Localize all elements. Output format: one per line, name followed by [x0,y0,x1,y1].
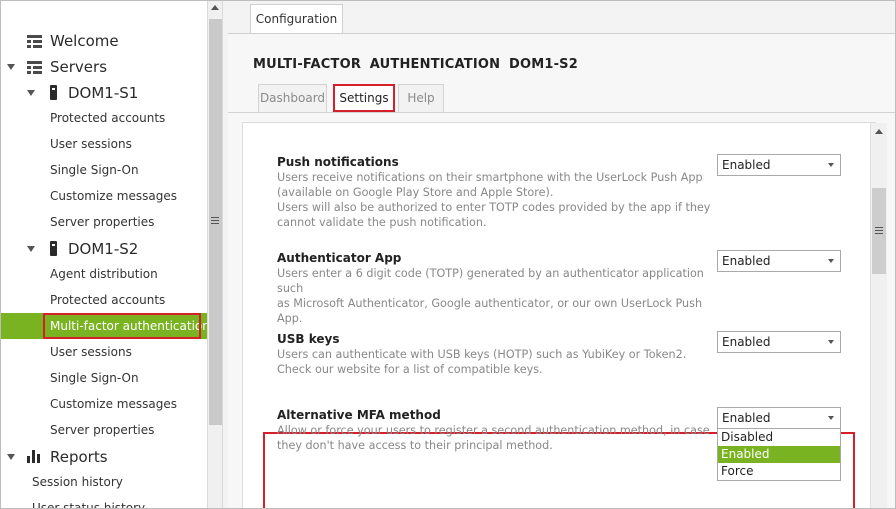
server-icon [50,241,57,256]
option-force[interactable]: Force [718,463,840,480]
tree-item-customize-messages[interactable]: Customize messages [1,391,207,417]
tree-item-dom1-s1[interactable]: DOM1-S1 [1,80,207,106]
tab-dashboard[interactable]: Dashboard [258,84,327,113]
tree-item-dom1-s2[interactable]: DOM1-S2 [1,236,207,262]
servers-label: Servers [50,58,108,76]
reports-label: Reports [50,448,108,466]
chevron-down-icon [828,259,834,263]
highlight-box [43,313,201,339]
grid-icon [27,61,42,74]
bar-chart-icon [27,450,40,463]
navigation-tree: Welcome Servers DOM1-S1 Protected accoun… [1,1,207,508]
splitter-grip-icon[interactable] [211,217,219,225]
setting-description-line: Users can authenticate with USB keys (HO… [277,348,687,361]
tree-item-single-sign-on[interactable]: Single Sign-On [1,157,207,183]
tab-divider [228,112,895,113]
setting-description-line: Users will also be authorized to enter T… [277,201,711,214]
tab-help[interactable]: Help [398,84,444,113]
page-title: MULTI-FACTOR AUTHENTICATION DOM1-S2 [253,57,578,72]
setting-description-line: App. [277,312,303,325]
setting-title: USB keys [277,332,340,346]
setting-title: Authenticator App [277,251,402,265]
scroll-up-arrow-icon[interactable] [211,5,219,10]
chevron-down-icon [828,340,834,344]
tree-item-user-sessions[interactable]: User sessions [1,339,207,365]
option-enabled[interactable]: Enabled [718,446,840,463]
settings-scrollbar[interactable] [870,123,887,508]
server-label: DOM1-S2 [68,240,139,258]
expand-arrow-icon[interactable] [27,246,35,252]
chevron-down-icon [828,163,834,167]
setting-title: Alternative MFA method [277,408,441,422]
setting-description-line: (available on Google Play Store and Appl… [277,186,554,199]
setting-title: Push notifications [277,155,399,169]
scrollbar-thumb[interactable] [872,188,886,274]
option-disabled[interactable]: Disabled [718,429,840,446]
main-area: Configuration MULTI-FACTOR AUTHENTICATIO… [223,1,895,508]
tree-item-user-sessions[interactable]: User sessions [1,131,207,157]
setting-description-line: Users enter a 6 digit code (TOTP) genera… [277,267,704,295]
alternative-mfa-dropdown[interactable]: Enabled [717,407,841,429]
usb-keys-dropdown[interactable]: Enabled [717,331,841,353]
alternative-mfa-options-list: Disabled Enabled Force [717,428,841,481]
grid-icon [27,35,42,48]
server-label: DOM1-S1 [68,84,139,102]
tree-item-user-status-history[interactable]: User status history [1,495,207,508]
configuration-content: MULTI-FACTOR AUTHENTICATION DOM1-S2 Dash… [228,33,895,508]
tree-item-servers[interactable]: Servers [1,54,207,80]
scroll-grip-icon [875,227,883,235]
tree-item-multi-factor-authentication[interactable]: Multi-factor authentication [1,313,207,339]
settings-panel: Push notifications Users receive notific… [242,122,876,508]
tree-item-server-properties[interactable]: Server properties [1,417,207,443]
tree-item-agent-distribution[interactable]: Agent distribution [1,261,207,287]
expand-arrow-icon[interactable] [7,454,15,460]
push-notifications-dropdown[interactable]: Enabled [717,154,841,176]
scroll-up-arrow-icon[interactable] [875,129,883,134]
setting-push-notifications: Push notifications Users receive notific… [277,155,717,230]
setting-authenticator-app: Authenticator App Users enter a 6 digit … [277,251,717,326]
authenticator-app-dropdown[interactable]: Enabled [717,250,841,272]
setting-alternative-mfa-method: Alternative MFA method Allow or force yo… [277,408,717,453]
setting-description-line: Check our website for a list of compatib… [277,363,543,376]
tree-scrollbar[interactable] [207,1,223,508]
tree-item-welcome[interactable]: Welcome [1,28,207,54]
tree-item-customize-messages[interactable]: Customize messages [1,183,207,209]
setting-usb-keys: USB keys Users can authenticate with USB… [277,332,717,377]
tree-item-single-sign-on[interactable]: Single Sign-On [1,365,207,391]
welcome-label: Welcome [50,32,119,50]
expand-arrow-icon[interactable] [7,64,15,70]
tab-settings[interactable]: Settings [333,84,395,112]
tree-item-protected-accounts[interactable]: Protected accounts [1,105,207,131]
expand-arrow-icon[interactable] [27,90,35,96]
tree-item-session-history[interactable]: Session history [1,469,207,495]
setting-description-line: cannot validate the push notification. [277,216,487,229]
setting-description-line: Allow or force your users to register a … [277,424,710,437]
setting-description-line: Users receive notifications on their sma… [277,171,703,184]
tree-item-protected-accounts[interactable]: Protected accounts [1,287,207,313]
setting-description-line: they don't have access to their principa… [277,439,553,452]
tree-item-reports[interactable]: Reports [1,444,207,470]
server-icon [50,85,57,100]
setting-description-line: as Microsoft Authenticator, Google authe… [277,297,703,310]
tree-item-server-properties[interactable]: Server properties [1,209,207,235]
chevron-down-icon [828,416,834,420]
tab-configuration[interactable]: Configuration [250,4,343,33]
app-window: Welcome Servers DOM1-S1 Protected accoun… [0,0,896,509]
